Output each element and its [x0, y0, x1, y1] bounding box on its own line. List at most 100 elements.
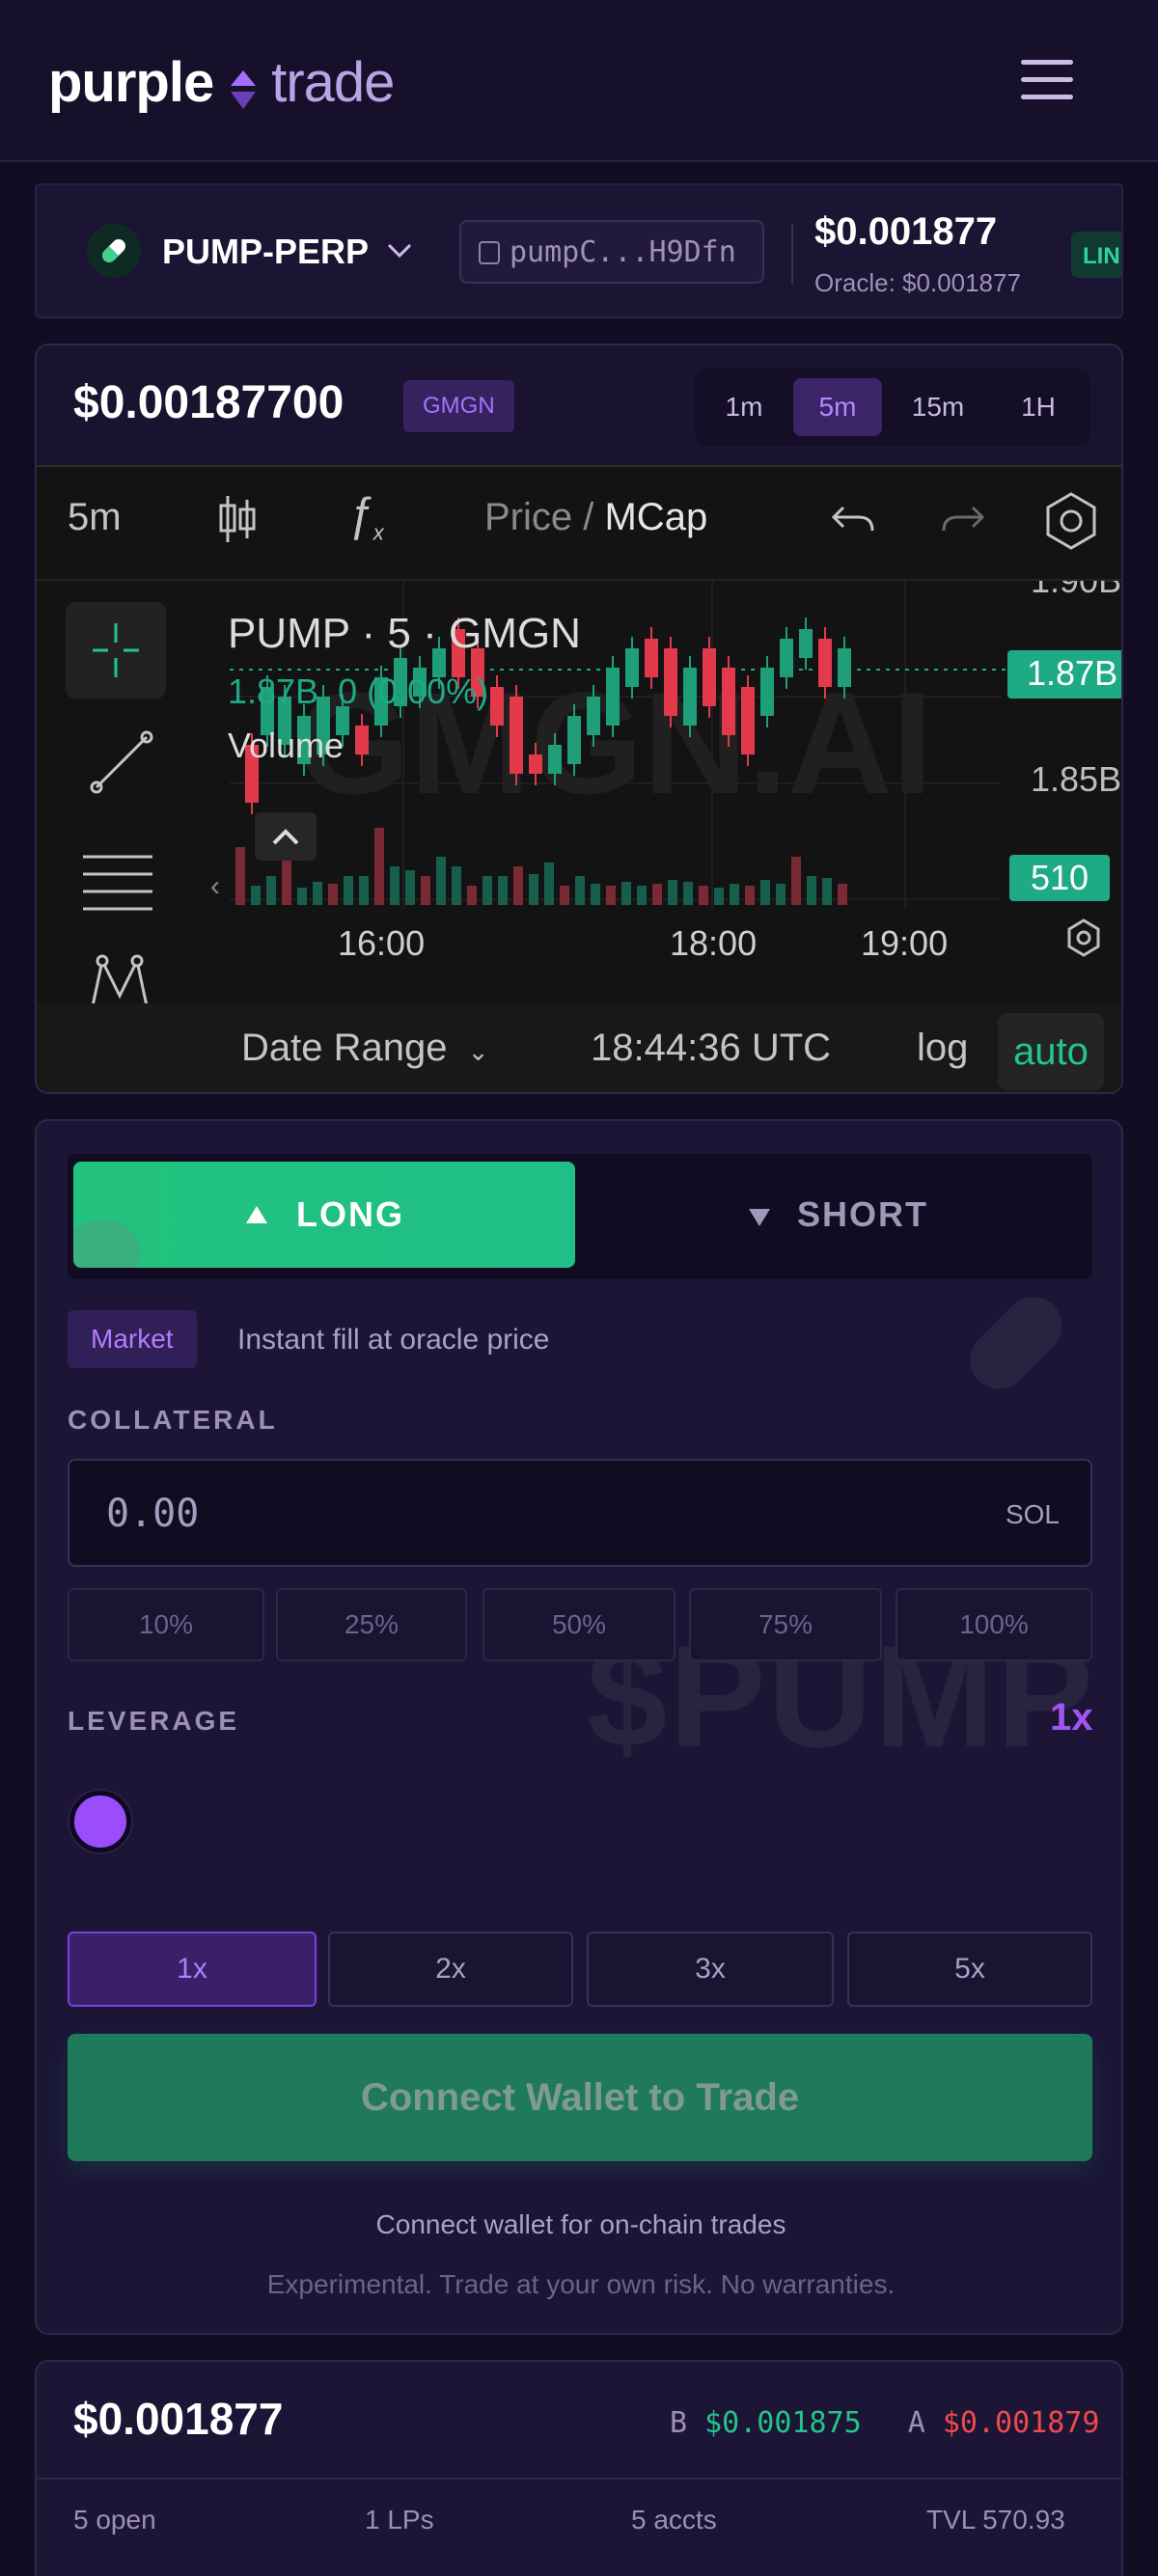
- market-pair-name[interactable]: PUMP-PERP: [162, 232, 369, 272]
- volume-bar: [652, 884, 662, 905]
- copy-icon: [479, 241, 500, 264]
- volume-value-label: 510: [1031, 858, 1089, 897]
- candle-body: [818, 639, 832, 687]
- candle-body: [587, 697, 600, 735]
- tab-timeframe-15m[interactable]: 15m: [890, 378, 986, 436]
- auto-scale-toggle[interactable]: auto: [998, 1013, 1104, 1090]
- leverage-5x-button[interactable]: 5x: [847, 1932, 1092, 2007]
- candle-body: [741, 687, 755, 754]
- tvl-value: TVL 570.93: [926, 2505, 1065, 2535]
- side-toggle: LONG SHORT: [68, 1154, 1092, 1279]
- leverage-label: LEVERAGE: [68, 1706, 240, 1736]
- leverage-3x-button[interactable]: 3x: [587, 1932, 834, 2007]
- settings-icon[interactable]: [1040, 490, 1102, 557]
- y-axis-tick: 1.90B: [1031, 581, 1121, 600]
- percent-100-button[interactable]: 100%: [896, 1588, 1092, 1661]
- connect-wallet-note: Connect wallet for on-chain trades: [375, 2209, 786, 2239]
- arrow-up-icon: [246, 1206, 267, 1223]
- chart-toolbar: 5m ƒx Price / MCap: [37, 467, 1121, 581]
- market-stats-panel: $0.001877 B $0.001875 A $0.001879 5 open…: [35, 2360, 1123, 2576]
- copy-mint-address-button[interactable]: pumpC...H9Dfn: [459, 220, 764, 284]
- chart-clock: 18:44:36 UTC: [591, 1027, 832, 1069]
- volume-bar: [668, 880, 677, 905]
- divider: [37, 2478, 1121, 2480]
- candle-body: [722, 668, 735, 735]
- chart-legend: PUMP · 5 · GMGN 1.87B 0 (0.00%) Volume: [228, 610, 581, 766]
- price-toggle[interactable]: Price: [484, 496, 572, 538]
- volume-bar: [297, 888, 307, 905]
- tab-timeframe-1m[interactable]: 1m: [703, 378, 786, 436]
- last-price-label: 1.87B: [1027, 653, 1117, 693]
- volume-bar: [235, 847, 245, 905]
- volume-bar: [359, 876, 369, 905]
- volume-bar: [467, 886, 477, 905]
- short-button[interactable]: SHORT: [589, 1162, 1087, 1268]
- volume-bar: [436, 857, 446, 905]
- risk-disclaimer: Experimental. Trade at your own risk. No…: [266, 2269, 896, 2299]
- bid-price: $0.001875: [704, 2406, 862, 2440]
- redo-icon[interactable]: [940, 502, 986, 545]
- chevron-up-icon: [272, 829, 299, 845]
- app-logo[interactable]: purple trade: [48, 50, 395, 115]
- arrow-down-icon: [749, 1209, 770, 1226]
- volume-bar: [452, 866, 461, 905]
- connect-wallet-button[interactable]: Connect Wallet to Trade: [68, 2034, 1092, 2161]
- leverage-1x-button[interactable]: 1x: [68, 1932, 317, 2007]
- logo-word-trade: trade: [271, 51, 395, 114]
- market-price: $0.001877: [814, 210, 998, 253]
- divider: [791, 224, 793, 284]
- volume-bar: [405, 870, 415, 905]
- open-positions-count: 5 open: [73, 2505, 156, 2535]
- link-badge[interactable]: LIN: [1071, 232, 1121, 278]
- mint-address: pumpC...H9Dfn: [510, 234, 736, 269]
- pill-token-icon: [87, 224, 141, 278]
- order-type-badge[interactable]: Market: [68, 1310, 197, 1368]
- leverage-slider-handle[interactable]: [69, 1791, 131, 1852]
- tradingview-chart[interactable]: 5m ƒx Price / MCap ‹ GMGN.AI 1.87B 1.85B…: [37, 465, 1121, 1092]
- leverage-2x-button[interactable]: 2x: [328, 1932, 573, 2007]
- volume-bar: [266, 876, 276, 905]
- price-mcap-toggle: Price / MCap: [484, 496, 708, 538]
- chart-source-badge[interactable]: GMGN: [403, 380, 514, 432]
- legend-volume: Volume: [228, 726, 345, 765]
- ask-label: A: [907, 2406, 925, 2440]
- candle-body: [799, 629, 813, 658]
- log-scale-toggle[interactable]: log: [917, 1027, 968, 1070]
- volume-bar: [807, 876, 816, 905]
- volume-bar: [838, 884, 847, 905]
- volume-bar: [683, 882, 693, 905]
- percent-10-button[interactable]: 10%: [68, 1588, 264, 1661]
- chevron-down-icon[interactable]: [386, 235, 413, 268]
- lp-count: 1 LPs: [365, 2505, 434, 2535]
- percent-75-button[interactable]: 75%: [689, 1588, 882, 1661]
- collapse-legend-button[interactable]: [255, 812, 317, 861]
- collateral-label: COLLATERAL: [68, 1405, 278, 1435]
- indicators-icon[interactable]: ƒx: [347, 488, 384, 546]
- volume-bar: [560, 886, 569, 905]
- hamburger-menu-icon[interactable]: [1021, 60, 1073, 102]
- undo-icon[interactable]: [830, 502, 876, 545]
- scale-settings-icon-center: [1076, 930, 1091, 945]
- volume-bar: [344, 876, 353, 905]
- chart-interval[interactable]: 5m: [68, 496, 122, 539]
- candles-icon[interactable]: [216, 492, 259, 551]
- date-range-button[interactable]: Date Range ⌄: [241, 1027, 488, 1070]
- collateral-input[interactable]: 0.00 SOL: [68, 1459, 1092, 1567]
- tab-timeframe-1h[interactable]: 1H: [994, 378, 1083, 436]
- volume-bar: [591, 884, 600, 905]
- oracle-price: Oracle: $0.001877: [814, 268, 1021, 297]
- pill-watermark-icon: [957, 1284, 1075, 1402]
- long-label: LONG: [296, 1194, 404, 1234]
- long-button[interactable]: LONG: [73, 1162, 575, 1268]
- candle-body: [838, 648, 851, 687]
- percent-25-button[interactable]: 25%: [276, 1588, 467, 1661]
- volume-bar: [313, 882, 322, 905]
- volume-bar: [714, 888, 724, 905]
- bid-label: B: [670, 2406, 688, 2440]
- logo-word-purple: purple: [48, 51, 214, 114]
- tab-timeframe-5m[interactable]: 5m: [793, 378, 882, 436]
- volume-bar: [374, 828, 384, 905]
- mcap-toggle[interactable]: MCap: [604, 496, 707, 538]
- percent-50-button[interactable]: 50%: [482, 1588, 676, 1661]
- volume-bar: [699, 886, 708, 905]
